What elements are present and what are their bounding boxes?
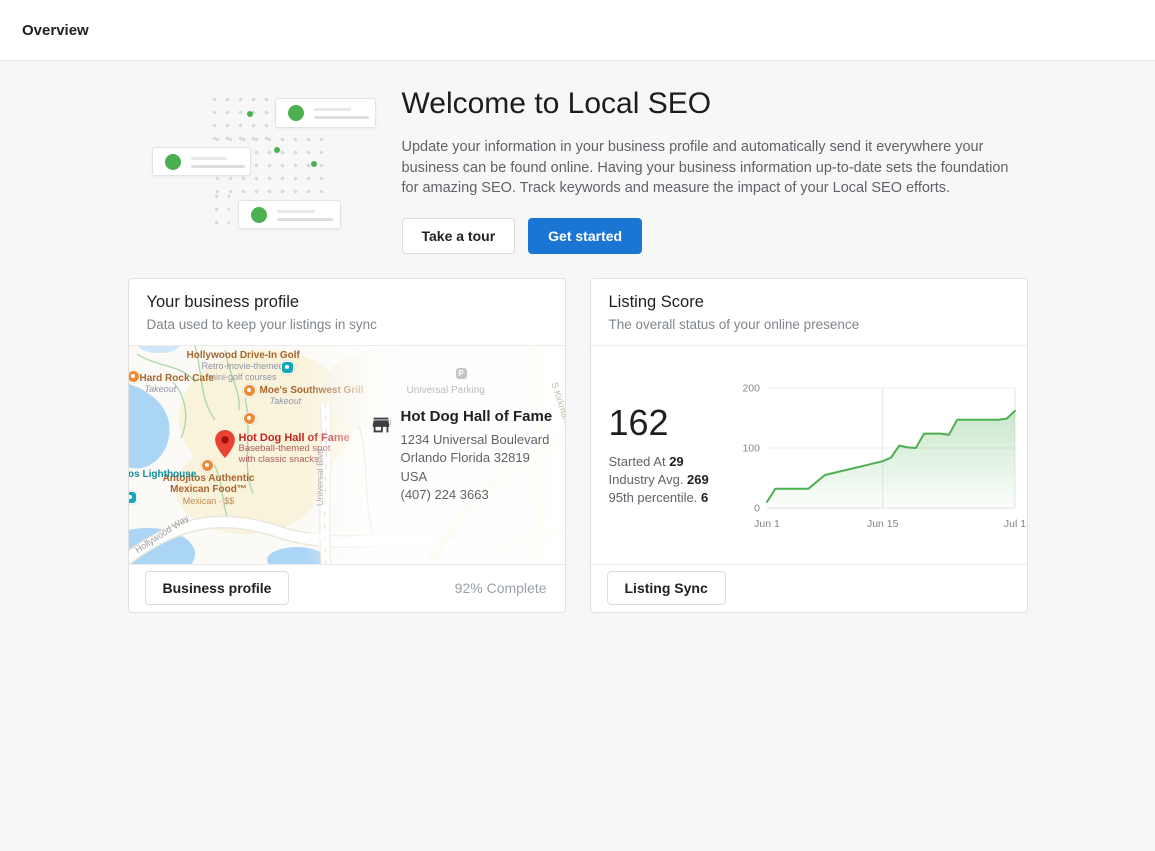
- svg-text:Jun 15: Jun 15: [866, 518, 898, 530]
- listing-card-graphic: [238, 200, 341, 229]
- card-subtitle: Data used to keep your listings in sync: [147, 317, 547, 332]
- card-subtitle: The overall status of your online presen…: [609, 317, 1009, 332]
- green-circle-icon: [251, 207, 267, 223]
- green-circle-icon: [165, 154, 181, 170]
- dot-grid: [210, 190, 230, 224]
- svg-text:100: 100: [742, 442, 760, 454]
- listing-sync-button[interactable]: Listing Sync: [607, 571, 726, 605]
- green-dot: [274, 147, 280, 153]
- business-info: Hot Dog Hall of Fame 1234 Universal Boul…: [369, 408, 553, 505]
- svg-text:Jun 1: Jun 1: [754, 518, 780, 530]
- business-profile-button[interactable]: Business profile: [145, 571, 290, 605]
- svg-text:0: 0: [754, 502, 760, 514]
- svg-text:200: 200: [742, 382, 760, 394]
- green-circle-icon: [288, 105, 304, 121]
- business-address-line3: USA: [401, 468, 553, 486]
- business-address-line2: Orlando Florida 32819: [401, 449, 553, 467]
- profile-completion-status: 92% Complete: [455, 580, 547, 596]
- page-title: Overview: [22, 22, 89, 39]
- hero-description: Update your information in your business…: [402, 137, 1024, 199]
- storefront-icon: [369, 414, 393, 436]
- hero-title: Welcome to Local SEO: [402, 87, 1028, 121]
- business-profile-card: Your business profile Data used to keep …: [128, 278, 566, 613]
- card-title: Your business profile: [147, 293, 547, 312]
- stat-95th-percentile: 95th percentile. 6: [609, 489, 731, 507]
- listings-illustration: [148, 85, 388, 237]
- green-dot: [247, 111, 253, 117]
- stat-industry-avg: Industry Avg. 269: [609, 471, 731, 489]
- business-phone: (407) 224 3663: [401, 486, 553, 504]
- faded-label-parking: Universal Parking: [407, 385, 485, 396]
- card-title: Listing Score: [609, 293, 1009, 312]
- business-address-line1: 1234 Universal Boulevard: [401, 431, 553, 449]
- business-map: Hollywood Drive-In Golf Retro-movie-them…: [129, 346, 565, 564]
- listing-score-chart: 0 100 200 Jun 1 Jun 15 Jul 1: [731, 376, 1027, 534]
- svg-text:Jul 1: Jul 1: [1003, 518, 1025, 530]
- get-started-button[interactable]: Get started: [528, 218, 642, 254]
- listing-score-card: Listing Score The overall status of your…: [590, 278, 1028, 613]
- parking-pin-icon: P: [456, 368, 467, 379]
- listing-card-graphic: [275, 98, 376, 128]
- listing-card-graphic: [152, 147, 251, 176]
- hero-section: Welcome to Local SEO Update your informa…: [128, 85, 1028, 254]
- top-bar: Overview: [0, 0, 1155, 61]
- stat-started-at: Started At 29: [609, 453, 731, 471]
- take-a-tour-button[interactable]: Take a tour: [402, 218, 516, 254]
- listing-score-value: 162: [609, 402, 731, 444]
- green-dot: [311, 161, 317, 167]
- business-name: Hot Dog Hall of Fame: [401, 408, 553, 425]
